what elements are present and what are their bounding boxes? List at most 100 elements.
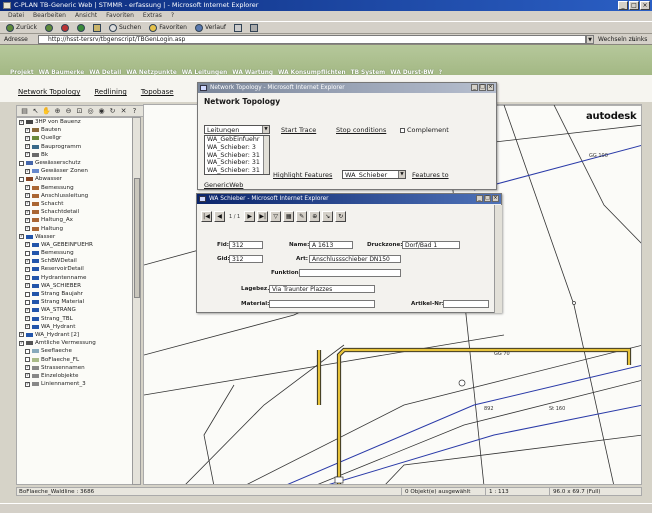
complement-checkbox[interactable]: Complement [400, 126, 449, 134]
last-record-button[interactable]: ▶| [257, 211, 269, 222]
layer-item[interactable]: ✓ Bk [17, 151, 139, 159]
layer-checkbox[interactable]: ✓ [25, 365, 30, 371]
layer-checkbox[interactable] [25, 291, 30, 297]
layer-checkbox[interactable]: ✓ [19, 340, 24, 346]
list-item[interactable]: WA_Schieber: 31 [207, 167, 269, 174]
menu-help[interactable]: ? [171, 11, 174, 21]
layer-item[interactable]: ✓ WA_STRANG [17, 306, 139, 314]
layer-checkbox[interactable]: ✓ [25, 193, 30, 199]
zoom-in-icon[interactable]: ⊕ [53, 107, 62, 116]
layer-item[interactable]: ✓ Haltung_Ax [17, 216, 139, 224]
list-item[interactable]: WA_Schieber: 31 [207, 152, 269, 160]
link-topobase[interactable]: Topobase [141, 88, 174, 96]
edit-icon[interactable]: ✎ [296, 211, 308, 222]
layer-item[interactable]: ✓ WA_Hydrant [17, 323, 139, 331]
map-help-icon[interactable]: ? [130, 107, 139, 116]
layer-item[interactable]: BoFlaeche_FL [17, 355, 139, 363]
layer-checkbox[interactable]: ✓ [25, 324, 30, 330]
layer-checkbox[interactable]: ✓ [25, 381, 30, 387]
layer-item[interactable]: Bemessung [17, 249, 139, 257]
layer-checkbox[interactable]: ✓ [19, 332, 24, 338]
history-button[interactable]: Verlauf [194, 22, 226, 34]
lagebez-field[interactable]: Via Traunter Plazzes [269, 285, 375, 293]
layer-item[interactable]: ✓ Einzelobjekte [17, 372, 139, 380]
zoom-to-icon[interactable]: ⊕ [309, 211, 321, 222]
links-button[interactable]: Links [632, 34, 647, 45]
gid-field[interactable]: 312 [229, 255, 263, 263]
name-field[interactable]: A 1613 [309, 241, 353, 249]
layer-checkbox[interactable]: ✓ [25, 283, 30, 289]
layer-item[interactable]: ✓ WA_GEBEINFUEHR [17, 241, 139, 249]
layer-item[interactable]: Seeflaeche [17, 347, 139, 355]
list-scrollbar[interactable] [263, 136, 269, 174]
layer-checkbox[interactable]: ✓ [25, 226, 30, 232]
layer-checkbox[interactable] [25, 348, 30, 354]
stop-conditions-link[interactable]: Stop conditions [336, 126, 386, 134]
features-to-link[interactable]: Features to [412, 171, 449, 179]
layer-item[interactable]: ✓ Hydrantenname [17, 274, 139, 282]
layer-item[interactable]: ✓ WA_SCHIEBER [17, 282, 139, 290]
ws-close-button[interactable]: × [492, 195, 499, 202]
layer-checkbox[interactable]: ✓ [25, 266, 30, 272]
layer-checkbox[interactable]: ✓ [25, 127, 30, 133]
forward-button[interactable] [44, 23, 53, 32]
list-item[interactable]: WA_Schieber: 31 [207, 159, 269, 167]
layer-item[interactable]: ✓ WA_Hydrant [2] [17, 331, 139, 339]
art-field[interactable]: Anschlussschieber DN150 [309, 255, 401, 263]
go-button[interactable]: Wechseln zu [598, 34, 636, 45]
layer-item[interactable]: ✓ SchBWDetail [17, 257, 139, 265]
layer-item[interactable]: ✓ Strassennamen [17, 364, 139, 372]
layer-checkbox[interactable]: ✓ [19, 119, 24, 125]
nt-close-button[interactable]: × [487, 84, 494, 91]
layer-checkbox[interactable] [25, 299, 30, 305]
home-button[interactable] [92, 23, 101, 32]
layer-item[interactable]: ✓ Strang_TBL [17, 315, 139, 323]
ws-maximize-button[interactable]: □ [484, 195, 491, 202]
back-button[interactable]: Zurück [6, 22, 37, 34]
layer-item[interactable]: ✓ Liniennament_3 [17, 380, 139, 388]
feature-class-dropdown[interactable]: WA_Schieber ▼ [342, 170, 406, 179]
start-trace-link[interactable]: Start Trace [281, 126, 316, 134]
layer-item[interactable]: Strang Baujahr [17, 290, 139, 298]
layer-checkbox[interactable]: ✓ [25, 209, 30, 215]
layer-checkbox[interactable]: ✓ [25, 275, 30, 281]
close-button[interactable]: × [640, 1, 650, 10]
select-arrow-icon[interactable]: ↖ [31, 107, 40, 116]
druckzone-field[interactable]: Dorf/Bad 1 [402, 241, 460, 249]
layer-item[interactable]: ✓ Bauten [17, 126, 139, 134]
layer-checkbox[interactable]: ✓ [25, 217, 30, 223]
layer-item[interactable]: ✓ Quellgr [17, 134, 139, 142]
layer-item[interactable]: ✓ Amtliche Vermessung [17, 339, 139, 347]
layers-icon[interactable]: ▤ [20, 107, 29, 116]
hydrant-symbol[interactable] [458, 379, 466, 387]
highlight-features-link[interactable]: Highlight Features [273, 171, 332, 179]
layer-item[interactable]: Strang Material [17, 298, 139, 306]
mail-button[interactable] [234, 23, 243, 32]
refresh-map-icon[interactable]: ↻ [108, 107, 117, 116]
fid-field[interactable]: 312 [229, 241, 263, 249]
layer-item[interactable]: Abwasser [17, 175, 139, 183]
layer-item[interactable]: ✓ Haltung [17, 224, 139, 232]
list-item[interactable]: WA_Schieber: 3 [207, 144, 269, 152]
pan-hand-icon[interactable]: ✋ [42, 107, 51, 116]
search-button[interactable]: Suchen [108, 22, 141, 34]
layer-checkbox[interactable] [25, 250, 30, 256]
zoom-out-icon[interactable]: ⊖ [64, 107, 73, 116]
stop-button[interactable] [60, 23, 69, 32]
zoom-previous-icon[interactable]: ◎ [86, 107, 95, 116]
list-item[interactable]: WA_GebEinfuehr [207, 136, 269, 144]
layer-checkbox[interactable]: ✓ [25, 135, 30, 141]
layer-checkbox[interactable]: ✓ [25, 373, 30, 379]
layer-checkbox[interactable]: ✓ [25, 201, 30, 207]
ws-minimize-button[interactable]: _ [476, 195, 483, 202]
menu-favoriten[interactable]: Favoriten [106, 11, 134, 21]
filter-icon[interactable]: ▽ [270, 211, 282, 222]
layer-item[interactable]: ✓ Schachtdetail [17, 208, 139, 216]
layer-scrollbar[interactable] [132, 117, 141, 485]
maximize-button[interactable]: □ [629, 1, 639, 10]
layer-checkbox[interactable]: ✓ [25, 152, 30, 158]
measure-icon[interactable]: ✕ [119, 107, 128, 116]
layer-scroll-thumb[interactable] [134, 178, 140, 298]
select-icon[interactable]: ↘ [322, 211, 334, 222]
layer-checkbox[interactable] [19, 176, 24, 182]
